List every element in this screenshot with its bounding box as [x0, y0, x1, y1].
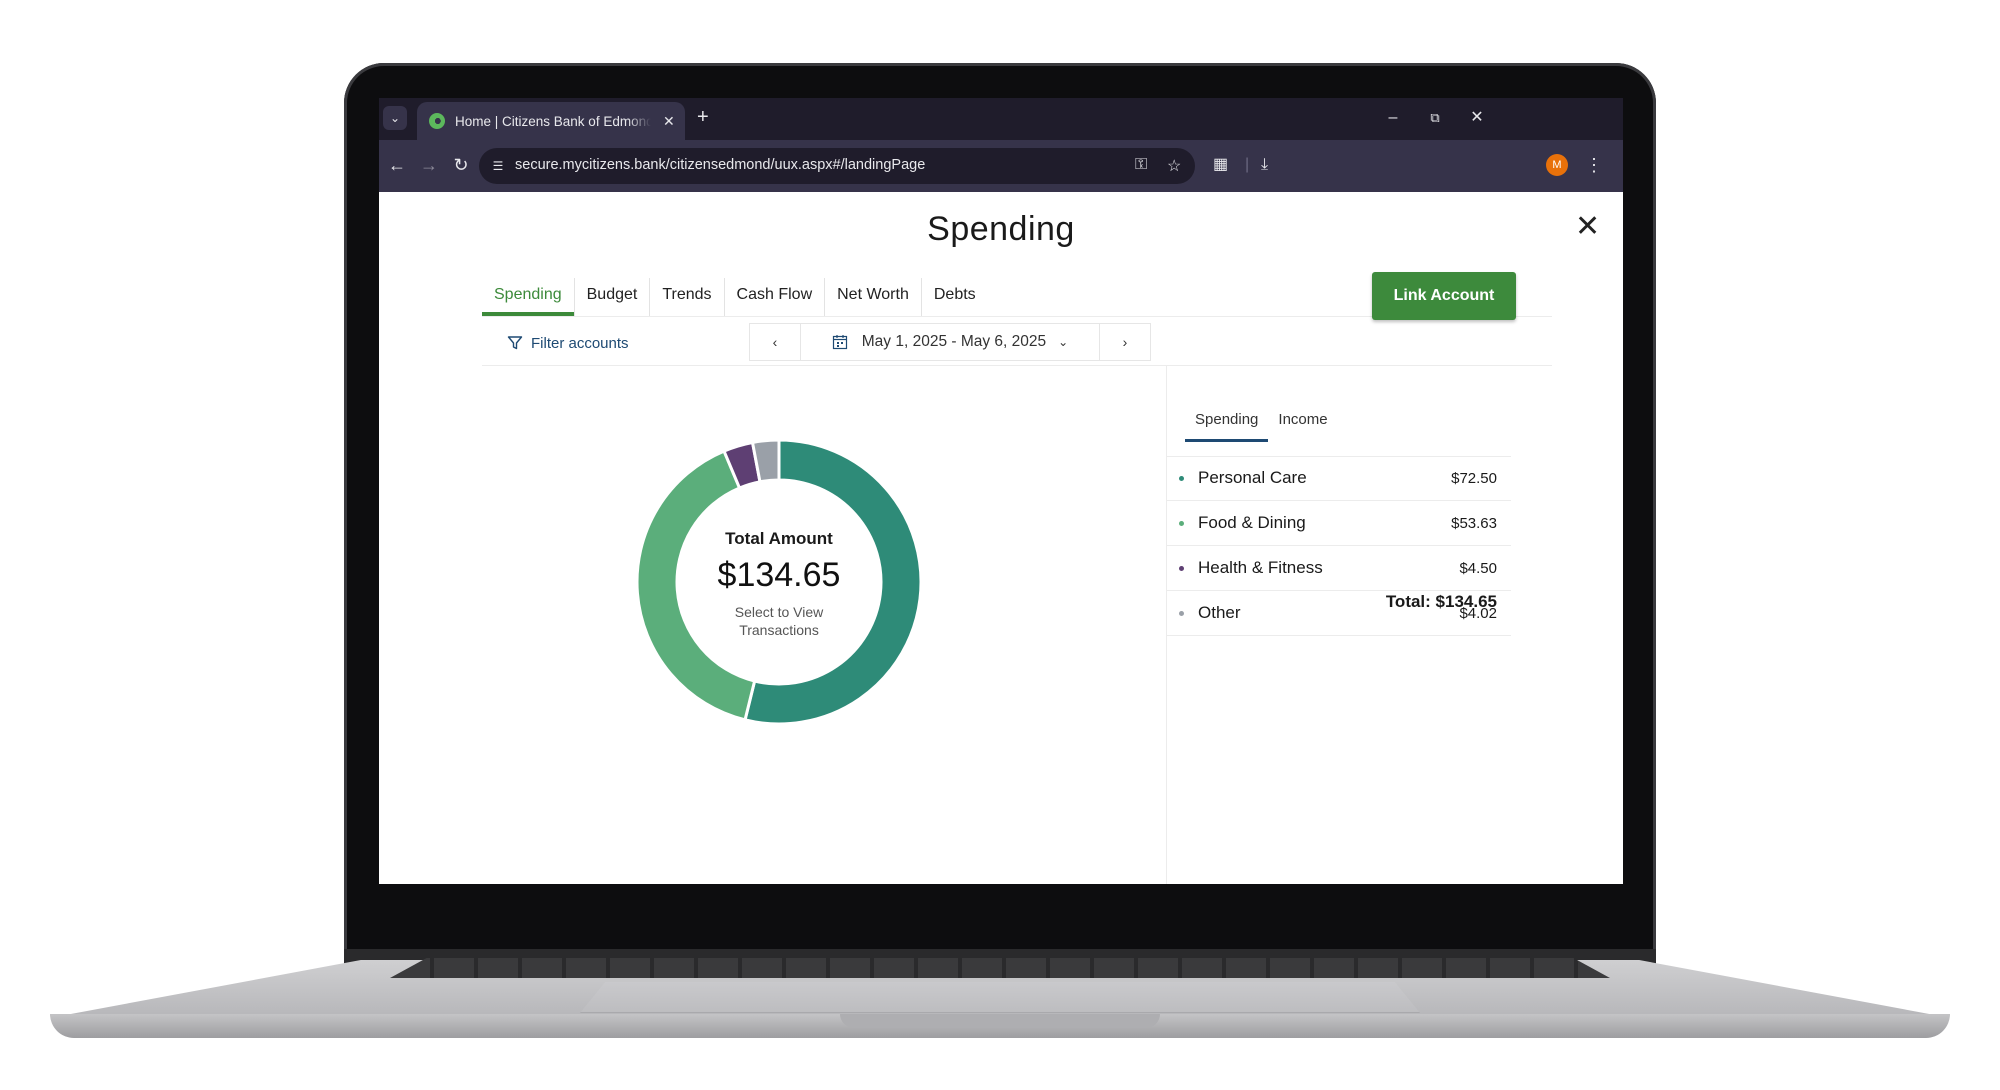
tab-net-worth[interactable]: Net Worth	[825, 278, 922, 316]
bookmark-star-icon[interactable]: ☆	[1167, 156, 1181, 176]
category-name: Personal Care	[1198, 468, 1307, 487]
tab-debts[interactable]: Debts	[922, 278, 988, 316]
tab-breakdown-income[interactable]: Income	[1268, 388, 1337, 448]
category-name: Health & Fitness	[1198, 558, 1323, 577]
category-amount: $72.50	[1451, 469, 1497, 487]
chart-center-hint-line2[interactable]: Transactions	[739, 622, 819, 638]
back-icon[interactable]: ←	[385, 154, 409, 176]
downloads-icon[interactable]: ⤓	[1261, 154, 1268, 176]
tab-search-icon[interactable]: ⌄	[383, 106, 407, 130]
reload-icon[interactable]: ↻	[449, 154, 473, 176]
category-dot	[1179, 475, 1184, 481]
category-amount: $53.63	[1451, 514, 1497, 532]
chart-center-hint-line1[interactable]: Select to View	[735, 604, 824, 620]
citizens-favicon-icon	[429, 113, 445, 129]
tab-breakdown-spending[interactable]: Spending	[1185, 388, 1269, 448]
laptop-screen: ⌄ Home | Citizens Bank of Edmond ✕ + – ⧉…	[379, 98, 1623, 884]
link-account-button[interactable]: Link Account	[1372, 272, 1516, 320]
forward-icon[interactable]: →	[417, 154, 441, 176]
spending-donut-chart: Total Amount $134.65 Select to View Tran…	[635, 438, 923, 726]
list-item[interactable]: Health & Fitness $4.50	[1167, 546, 1511, 591]
category-amount: $4.50	[1459, 559, 1497, 577]
category-name: Food & Dining	[1198, 513, 1306, 532]
laptop-keys	[390, 958, 1610, 978]
date-range-dropdown[interactable]: May 1, 2025 - May 6, 2025 ⌄	[801, 333, 1099, 351]
laptop-trackpad	[580, 982, 1420, 1013]
chart-center-amount: $134.65	[718, 556, 841, 594]
list-item[interactable]: Food & Dining $53.63	[1167, 501, 1511, 546]
browser-tab[interactable]: Home | Citizens Bank of Edmond ✕	[417, 102, 685, 140]
filter-accounts-link[interactable]: Filter accounts	[507, 328, 629, 358]
tab-spending[interactable]: Spending	[482, 278, 575, 316]
modal-tabs: Spending Budget Trends Cash Flow Net Wor…	[482, 278, 988, 316]
category-dot	[1179, 520, 1184, 526]
calendar-icon	[832, 335, 847, 350]
browser-toolbar: ← → ↻ ☰ secure.mycitizens.bank/citizense…	[379, 140, 1623, 192]
category-dot	[1179, 565, 1184, 571]
list-item[interactable]: Personal Care $72.50	[1167, 456, 1511, 501]
site-info-icon[interactable]: ☰	[489, 157, 507, 175]
next-period-button[interactable]: ›	[1099, 324, 1150, 360]
new-tab-icon[interactable]: +	[697, 106, 709, 128]
breakdown-tabs: Spending Income	[1185, 388, 1338, 448]
spending-modal: Spending ✕ Spending Budget Trends Cash F…	[379, 192, 1623, 884]
section-divider	[482, 365, 1552, 366]
extensions-icon[interactable]: ▦	[1213, 154, 1228, 176]
tab-trends[interactable]: Trends	[650, 278, 725, 316]
tab-cash-flow[interactable]: Cash Flow	[725, 278, 826, 316]
date-range-label: May 1, 2025 - May 6, 2025	[861, 333, 1047, 350]
profile-avatar[interactable]: M	[1546, 154, 1568, 176]
password-key-icon[interactable]: ⚿	[1135, 156, 1147, 174]
window-close-icon[interactable]: ✕	[1463, 106, 1491, 130]
minimize-icon[interactable]: –	[1379, 106, 1407, 130]
total-amount: Total: $134.65	[1385, 592, 1497, 611]
date-range-picker: ‹ May 1, 2025 - May 6, 2025 ⌄ ›	[749, 323, 1151, 361]
browser-tabstrip: ⌄ Home | Citizens Bank of Edmond ✕ + – ⧉…	[379, 98, 1623, 140]
previous-period-button[interactable]: ‹	[750, 324, 801, 360]
url-text[interactable]: secure.mycitizens.bank/citizensedmond/uu…	[515, 157, 925, 173]
toolbar-divider: |	[1245, 156, 1250, 173]
tab-budget[interactable]: Budget	[575, 278, 651, 316]
chevron-down-icon: ⌄	[1058, 335, 1069, 349]
filter-icon	[507, 336, 523, 350]
chart-center-title: Total Amount	[725, 529, 833, 548]
page-title: Spending	[927, 210, 1075, 248]
tab-title: Home | Citizens Bank of Edmond	[455, 113, 651, 129]
laptop-notch	[840, 1014, 1160, 1028]
tab-close-icon[interactable]: ✕	[663, 113, 675, 130]
filter-label: Filter accounts	[531, 334, 629, 352]
restore-icon[interactable]: ⧉	[1421, 106, 1449, 130]
close-icon[interactable]: ✕	[1575, 210, 1600, 244]
address-bar[interactable]: ☰ secure.mycitizens.bank/citizensedmond/…	[479, 148, 1195, 184]
browser-menu-icon[interactable]: ⋮	[1585, 154, 1603, 176]
